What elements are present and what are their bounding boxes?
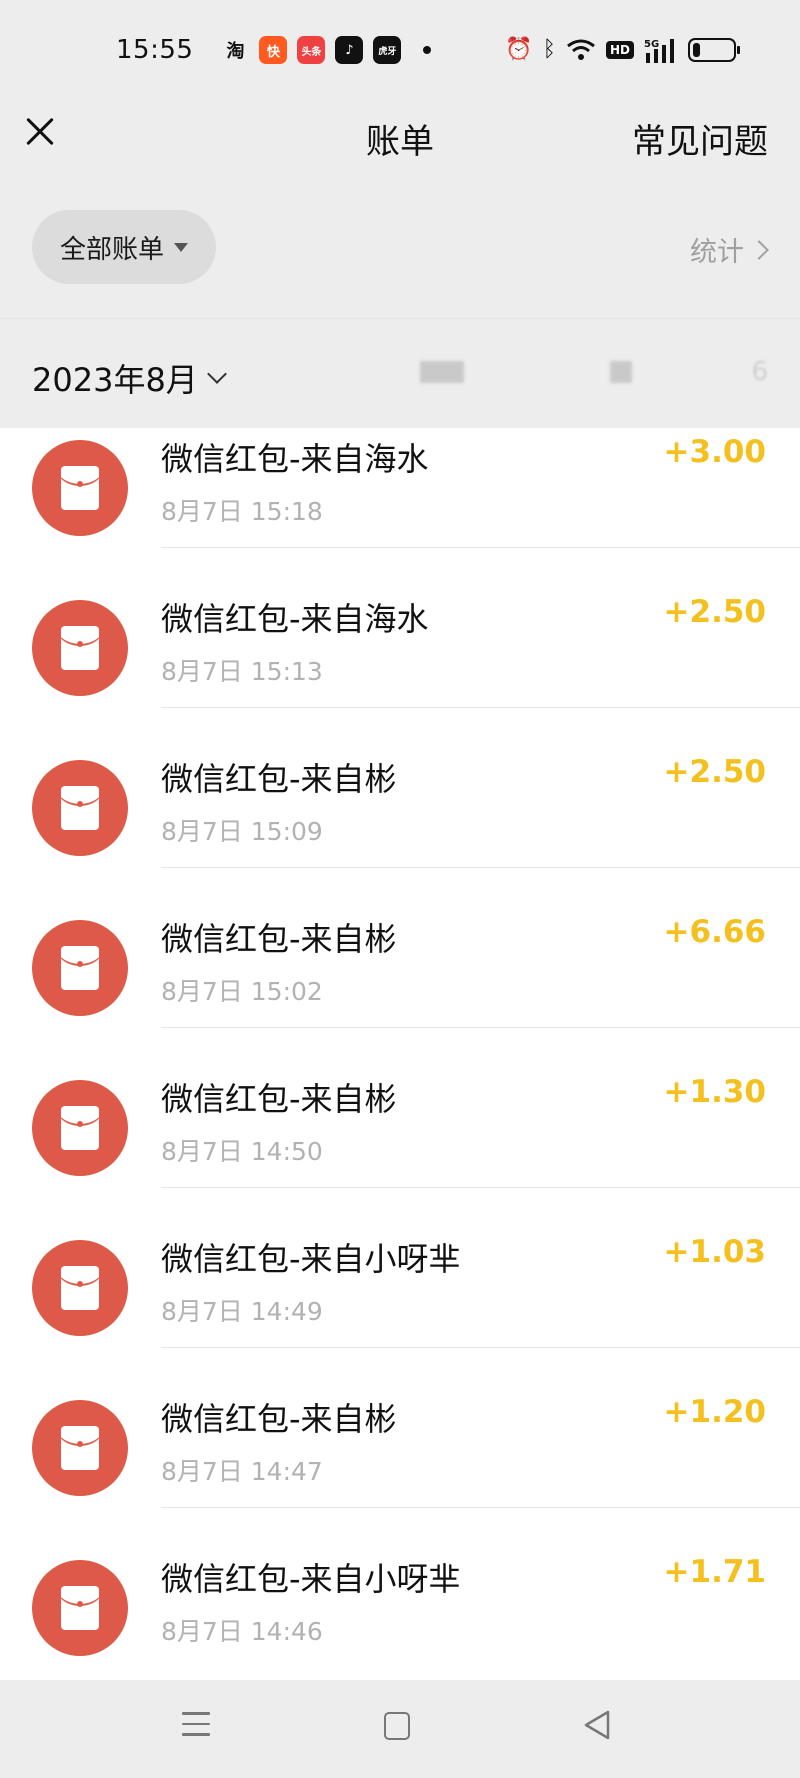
transaction-time: 8月7日 14:50: [161, 1137, 323, 1166]
red-packet-icon: [32, 1080, 128, 1176]
wifi-icon: [567, 39, 595, 60]
transaction-title: 微信红包-来自彬: [161, 1400, 397, 1438]
red-packet-icon: [32, 1240, 128, 1336]
signal-icon: 5G: [644, 39, 674, 63]
transaction-amount: +6.66: [663, 914, 766, 950]
transaction-title: 微信红包-来自彬: [161, 760, 397, 798]
alarm-icon: ⏰: [505, 37, 533, 62]
back-icon[interactable]: [580, 1708, 614, 1742]
notification-dot-icon: [423, 46, 432, 54]
transaction-time: 8月7日 15:02: [161, 977, 323, 1006]
transaction-title: 微信红包-来自海水: [161, 600, 429, 638]
divider: [161, 707, 800, 708]
system-nav-bar: [0, 1680, 800, 1778]
toutiao-icon: 头条: [297, 36, 326, 64]
transaction-row[interactable]: 微信红包-来自小呀芈 8月7日 14:49 +1.03: [0, 1228, 800, 1388]
blurred-summary-text: 6: [751, 357, 768, 387]
faq-button[interactable]: 常见问题: [632, 114, 768, 163]
divider: [161, 1347, 800, 1348]
transaction-amount: +1.30: [663, 1074, 766, 1110]
chevron-down-icon: [206, 364, 227, 384]
status-indicators: ⏰ ᛒ HD 5G: [505, 36, 740, 64]
huya-icon: 虎牙: [373, 36, 402, 64]
transaction-list: 微信红包-来自海水 8月7日 15:18 +3.00 微信红包-来自海水 8月7…: [0, 428, 800, 1680]
home-icon[interactable]: [384, 1712, 410, 1740]
transaction-time: 8月7日 14:46: [161, 1617, 323, 1646]
bluetooth-icon: ᛒ: [542, 37, 556, 62]
transaction-row[interactable]: 微信红包-来自彬 8月7日 14:47 +1.20: [0, 1388, 800, 1548]
stats-label: 统计: [690, 237, 744, 268]
month-label: 2023年8月: [32, 361, 198, 399]
transaction-row[interactable]: 微信红包-来自彬 8月7日 14:50 +1.30: [0, 1068, 800, 1228]
transaction-title: 微信红包-来自海水: [161, 440, 429, 478]
transaction-amount: +3.00: [663, 434, 766, 470]
transaction-row[interactable]: 微信红包-来自彬 8月7日 15:02 +6.66: [0, 908, 800, 1068]
transaction-time: 8月7日 14:47: [161, 1457, 323, 1486]
month-selector[interactable]: 2023年8月: [32, 355, 227, 401]
divider: [161, 1027, 800, 1028]
battery-level: [693, 43, 700, 57]
status-app-icons: 淘 快 头条 ♪ 虎牙: [221, 36, 402, 64]
transaction-time: 8月7日 15:09: [161, 817, 323, 846]
month-header: 2023年8月 6: [0, 318, 800, 428]
transaction-time: 8月7日 14:49: [161, 1297, 323, 1326]
douyin-icon: ♪: [335, 36, 364, 64]
transaction-title: 微信红包-来自彬: [161, 1080, 397, 1118]
red-packet-icon: [32, 440, 128, 536]
svg-text:5G: 5G: [644, 39, 659, 50]
status-time: 15:55: [116, 35, 194, 65]
chevron-right-icon: [749, 239, 769, 260]
red-packet-icon: [32, 1560, 128, 1656]
transaction-amount: +2.50: [663, 754, 766, 790]
transaction-amount: +1.03: [663, 1234, 766, 1270]
divider: [161, 547, 800, 548]
transaction-amount: +1.20: [663, 1394, 766, 1430]
transaction-row[interactable]: 微信红包-来自海水 8月7日 15:18 +3.00: [0, 428, 800, 588]
transaction-title: 微信红包-来自彬: [161, 920, 397, 958]
transaction-time: 8月7日 15:18: [161, 497, 323, 526]
kuaishou-icon: 快: [259, 36, 288, 64]
filter-row: 全部账单 统计: [0, 210, 800, 286]
transaction-row[interactable]: 微信红包-来自彬 8月7日 15:09 +2.50: [0, 748, 800, 908]
bill-filter-dropdown[interactable]: 全部账单: [32, 210, 216, 284]
red-packet-icon: [32, 760, 128, 856]
transaction-row[interactable]: 微信红包-来自海水 8月7日 15:13 +2.50: [0, 588, 800, 748]
battery-icon: [688, 38, 740, 62]
title-bar: 账单 常见问题: [0, 100, 800, 200]
transaction-amount: +1.71: [663, 1554, 766, 1590]
divider: [161, 867, 800, 868]
bill-filter-label: 全部账单: [59, 234, 164, 265]
blurred-summary: [610, 361, 632, 383]
red-packet-icon: [32, 1400, 128, 1496]
blurred-summary: [420, 361, 464, 383]
red-packet-icon: [32, 920, 128, 1016]
transaction-title: 微信红包-来自小呀芈: [161, 1560, 461, 1598]
taobao-icon: 淘: [226, 41, 245, 62]
menu-icon[interactable]: [182, 1712, 210, 1740]
transaction-row[interactable]: 微信红包-来自小呀芈 8月7日 14:46 +1.71: [0, 1548, 800, 1680]
divider: [161, 1187, 800, 1188]
stats-button[interactable]: 统计: [690, 230, 769, 269]
hd-badge: HD: [605, 41, 634, 59]
transaction-title: 微信红包-来自小呀芈: [161, 1240, 461, 1278]
triangle-down-icon: [174, 242, 188, 252]
red-packet-icon: [32, 600, 128, 696]
transaction-amount: +2.50: [663, 594, 766, 630]
divider: [161, 1507, 800, 1508]
transaction-time: 8月7日 15:13: [161, 657, 323, 686]
